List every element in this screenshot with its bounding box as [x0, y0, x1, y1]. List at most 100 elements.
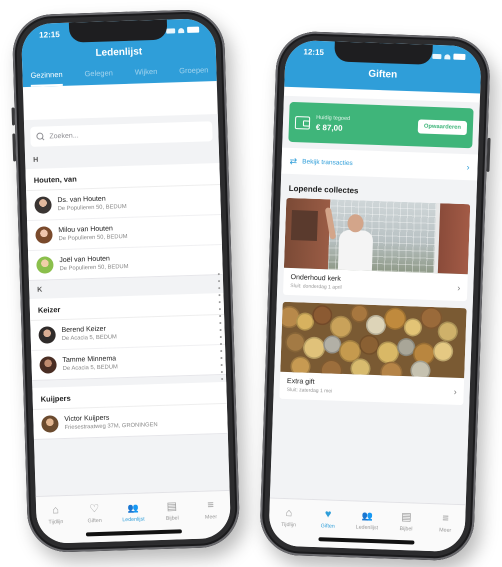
list-item[interactable]: Tamme Minnema De Acacia 5, BEDUM	[31, 345, 226, 380]
balance-amount: € 87,00	[315, 122, 343, 133]
nav-label: Ledenlijst	[122, 516, 145, 524]
balance-label: Huidig tegoed	[316, 114, 351, 122]
chevron-right-icon: ›	[453, 386, 457, 397]
nav-label: Bijbel	[399, 526, 413, 533]
family-group: Houten, van Ds. van Houten De Populieren…	[25, 163, 223, 282]
nav-tijdlijn[interactable]: ⌂ Tijdlijn	[38, 504, 73, 544]
balance-card: Huidig tegoed € 87,00 Opwaarderen	[288, 101, 474, 149]
screen-giften: 12:15 Giften Huidig tegoed € 87,00 Opwaa…	[268, 39, 482, 553]
wifi-icon	[178, 27, 185, 33]
home-icon: ⌂	[52, 504, 60, 517]
status-icons	[166, 26, 200, 34]
member-address: Friesestraatweg 37M, GRONINGEN	[64, 422, 158, 432]
avatar	[41, 415, 59, 433]
status-icons	[432, 53, 466, 61]
member-address: De Populieren 50, BEDUM	[58, 233, 128, 243]
bottom-nav: ⌂ Tijdlijn ♡ Giften 👥 Ledenlijst ▤ Bijbe…	[35, 489, 232, 544]
nav-label: Tijdlijn	[281, 521, 297, 529]
collection-card[interactable]: Onderhoud kerk Sluit: donderdag 1 april …	[282, 197, 471, 302]
nav-tijdlijn[interactable]: ⌂ Tijdlijn	[271, 507, 306, 547]
home-icon: ⌂	[285, 507, 293, 520]
chevron-right-icon: ›	[466, 162, 470, 173]
notch	[334, 41, 433, 65]
tab-groepen[interactable]: Groepen	[179, 61, 209, 82]
menu-icon: ≡	[207, 499, 215, 512]
family-group: Kuijpers Victor Kuijpers Friesestraatweg…	[32, 381, 228, 440]
signal-icon	[166, 27, 176, 34]
collection-photo	[280, 301, 467, 379]
nav-label: Meer	[439, 527, 452, 534]
status-time: 12:15	[303, 46, 325, 57]
search-icon	[36, 132, 44, 140]
avatar	[36, 256, 54, 274]
member-address: De Populieren 50, BEDUM	[57, 203, 127, 213]
people-icon: 👥	[361, 510, 374, 522]
member-name: Berend Keizer	[61, 325, 106, 335]
collection-subtitle: Sluit: donderdag 1 april	[290, 283, 342, 291]
avatar	[39, 356, 57, 374]
phone-frame-right: 12:15 Giften Huidig tegoed € 87,00 Opwaa…	[258, 30, 492, 562]
avatar	[35, 226, 53, 244]
bottom-nav: ⌂ Tijdlijn ♥ Giften 👥 Ledenlijst ▤ Bijbe…	[268, 497, 466, 553]
transactions-label: Bekijk transacties	[302, 157, 353, 167]
nav-giften[interactable]: ♡ Giften	[77, 503, 112, 543]
battery-icon	[187, 26, 200, 33]
collection-title: Extra gift	[286, 377, 315, 386]
signal-icon	[432, 53, 442, 59]
tab-gezinnen[interactable]: Gezinnen	[30, 65, 63, 87]
list-item[interactable]: Joël van Houten De Populieren 50, BEDUM	[28, 245, 223, 280]
nav-bijbel[interactable]: ▤ Bijbel	[388, 511, 423, 551]
nav-ledenlijst[interactable]: 👥 Ledenlijst	[349, 509, 384, 549]
nav-label: Bijbel	[165, 515, 179, 522]
nav-label: Meer	[204, 514, 218, 521]
nav-label: Ledenlijst	[355, 524, 379, 532]
wifi-icon	[444, 53, 451, 59]
book-icon: ▤	[166, 500, 178, 513]
chevron-right-icon: ›	[457, 282, 461, 293]
status-time: 12:15	[39, 29, 60, 40]
notch	[68, 19, 168, 43]
battery-icon	[453, 53, 466, 61]
member-address: De Acacia 5, BEDUM	[61, 334, 117, 343]
member-list: Zoeken... H Houten, van Ds. van Houten D…	[23, 114, 230, 496]
nav-bijbel[interactable]: ▤ Bijbel	[155, 500, 190, 540]
wallet-icon	[294, 115, 311, 130]
family-group: Keizer Berend Keizer De Acacia 5, BEDUM …	[29, 292, 226, 381]
gifts-content: Huidig tegoed € 87,00 Opwaarderen ⇄ Beki…	[269, 95, 480, 505]
member-name: Ds. van Houten	[57, 195, 106, 205]
tab-gelegen[interactable]: Gelegen	[84, 64, 113, 85]
nav-label: Tijdlijn	[48, 519, 64, 526]
menu-icon: ≡	[442, 512, 450, 525]
heart-icon: ♥	[324, 508, 332, 521]
member-address: De Populieren 50, BEDUM	[59, 263, 129, 273]
nav-giften[interactable]: ♥ Giften	[310, 508, 345, 548]
people-icon: 👥	[127, 502, 139, 514]
swap-arrows-icon: ⇄	[289, 155, 298, 166]
collection-title: Onderhoud kerk	[290, 274, 341, 283]
member-name: Milou van Houten	[58, 225, 113, 235]
collection-card[interactable]: Extra gift Sluit: zaterdag 1 mei ›	[279, 301, 467, 406]
collection-subtitle: Sluit: zaterdag 1 mei	[286, 386, 333, 395]
search-placeholder: Zoeken...	[49, 131, 79, 140]
collection-photo	[283, 197, 471, 275]
member-address: De Acacia 5, BEDUM	[62, 364, 118, 373]
list-item[interactable]: Victor Kuijpers Friesestraatweg 37M, GRO…	[33, 404, 228, 439]
member-name: Tamme Minnema	[62, 355, 117, 365]
volume-down-button	[12, 133, 17, 162]
nav-meer[interactable]: ≡ Meer	[193, 499, 228, 539]
nav-meer[interactable]: ≡ Meer	[427, 512, 462, 552]
nav-label: Giften	[87, 517, 102, 525]
heart-icon: ♡	[89, 502, 100, 516]
nav-ledenlijst[interactable]: 👥 Ledenlijst	[116, 501, 151, 541]
search-input[interactable]: Zoeken...	[30, 121, 213, 147]
power-button	[486, 137, 491, 172]
book-icon: ▤	[401, 511, 412, 524]
avatar	[38, 326, 56, 344]
nav-label: Giften	[320, 523, 335, 530]
topup-button[interactable]: Opwaarderen	[417, 119, 468, 136]
screen-ledenlijst: 12:15 Ledenlijst Gezinnen Gelegen Wijken…	[20, 18, 232, 544]
volume-up-button	[11, 107, 16, 126]
phone-frame-left: 12:15 Ledenlijst Gezinnen Gelegen Wijken…	[11, 8, 241, 554]
member-name: Joël van Houten	[59, 255, 111, 265]
tab-wijken[interactable]: Wijken	[135, 63, 158, 84]
